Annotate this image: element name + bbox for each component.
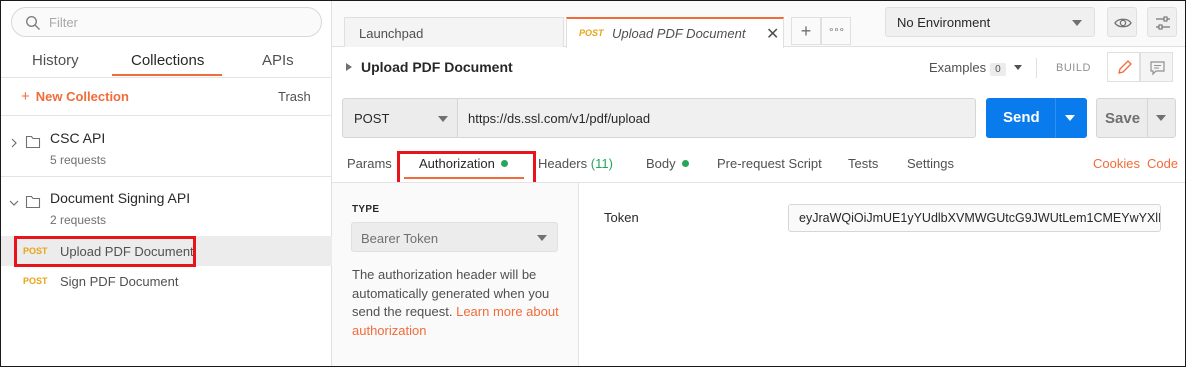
request-name: Sign PDF Document [60, 274, 179, 289]
examples-label: Examples [929, 60, 987, 75]
tab-settings[interactable]: Settings [907, 156, 954, 171]
tab-headers[interactable]: Headers (11) [538, 156, 613, 171]
chevron-down-icon[interactable] [9, 198, 19, 208]
tab-label: Upload PDF Document [612, 26, 746, 41]
plus-icon: + [21, 88, 30, 105]
search-icon [25, 15, 40, 30]
add-tab-button[interactable]: + [791, 17, 821, 45]
filter-input[interactable]: Filter [11, 7, 322, 37]
tab-label: Headers [538, 156, 588, 171]
new-collection-label: New Collection [35, 89, 129, 104]
code-link[interactable]: Code [1147, 156, 1178, 171]
headers-count: (11) [590, 156, 613, 171]
token-label: Token [604, 210, 639, 225]
manage-environments-button[interactable] [1147, 7, 1177, 37]
caret-right-icon [346, 63, 352, 71]
url-value: https://ds.ssl.com/v1/pdf/upload [468, 111, 651, 126]
collection-count: 2 requests [50, 213, 107, 227]
environment-select[interactable]: No Environment [885, 7, 1095, 37]
auth-type-value: Bearer Token [361, 231, 439, 246]
request-title-text: Upload PDF Document [361, 59, 513, 75]
token-value: eyJraWQiOiJmUE1yYUdlbXVMWGUtcG9JWUtLem1C… [799, 211, 1161, 225]
build-label: BUILD [1056, 62, 1091, 74]
tab-label: Launchpad [359, 26, 424, 41]
method-badge: POST [579, 28, 604, 38]
folder-icon [25, 135, 41, 149]
collection-item[interactable]: CSC API 5 requests [1, 116, 332, 176]
tab-tests[interactable]: Tests [848, 156, 878, 171]
tab-launchpad[interactable]: Launchpad [344, 17, 564, 47]
trash-link[interactable]: Trash [278, 89, 311, 104]
caret-down-icon [1013, 65, 1022, 70]
tab-upload-pdf[interactable]: POST Upload PDF Document ✕ [566, 17, 784, 48]
caret-down-icon [537, 235, 547, 241]
close-icon[interactable]: ✕ [766, 24, 779, 44]
collection-item[interactable]: Document Signing API 2 requests [1, 176, 332, 236]
status-dot [681, 160, 689, 167]
tab-apis[interactable]: APIs [262, 52, 294, 69]
request-item[interactable]: POST Sign PDF Document [1, 266, 332, 296]
collection-name: Document Signing API [50, 190, 191, 206]
method-badge: POST [23, 276, 48, 286]
highlight-box [14, 236, 196, 267]
sliders-icon [1156, 16, 1170, 30]
method-value: POST [354, 111, 390, 126]
method-select[interactable]: POST [342, 98, 458, 138]
tab-label: Body [646, 156, 676, 171]
edit-mode-button[interactable] [1107, 52, 1140, 82]
request-title[interactable]: Upload PDF Document [346, 59, 513, 75]
environment-quick-look-button[interactable] [1107, 7, 1137, 37]
new-collection-button[interactable]: + New Collection [21, 88, 129, 105]
send-label: Send [1003, 109, 1040, 126]
divider [1147, 99, 1148, 137]
more-tabs-button[interactable]: ∘∘∘ [821, 17, 851, 45]
divider [1036, 58, 1037, 78]
divider [1, 77, 332, 78]
type-label: TYPE [352, 204, 380, 215]
pencil-icon [1118, 60, 1132, 74]
tab-collections[interactable]: Collections [131, 52, 204, 69]
active-tab-underline [112, 74, 222, 76]
url-input[interactable]: https://ds.ssl.com/v1/pdf/upload [457, 98, 976, 138]
caret-down-icon [1072, 20, 1082, 26]
sidebar: Filter History Collections APIs + New Col… [1, 1, 332, 366]
send-button[interactable]: Send [986, 98, 1087, 138]
tab-prerequest-script[interactable]: Pre-request Script [717, 156, 822, 171]
examples-dropdown[interactable]: Examples 0 [929, 60, 1022, 76]
environment-value: No Environment [897, 15, 991, 30]
tab-body[interactable]: Body [646, 156, 689, 171]
folder-icon [25, 195, 41, 209]
tab-history[interactable]: History [32, 52, 79, 69]
send-options-caret-icon[interactable] [1065, 115, 1075, 121]
tab-bar: Launchpad POST Upload PDF Document ✕ + ∘… [332, 1, 1185, 48]
save-label: Save [1105, 110, 1141, 127]
tab-params[interactable]: Params [347, 156, 392, 171]
cookies-link[interactable]: Cookies [1093, 156, 1140, 171]
comments-button[interactable] [1140, 52, 1173, 82]
auth-description: The authorization header will be automat… [352, 266, 567, 340]
save-button[interactable]: Save [1096, 98, 1176, 138]
save-options-caret-icon[interactable] [1156, 115, 1166, 121]
collection-name: CSC API [50, 130, 106, 146]
filter-placeholder: Filter [49, 15, 78, 30]
caret-down-icon [438, 116, 448, 122]
divider [1055, 98, 1056, 138]
comment-icon [1150, 61, 1165, 76]
examples-count: 0 [990, 63, 1006, 76]
sidebar-tabs: History Collections APIs [1, 49, 332, 77]
chevron-right-icon[interactable] [9, 138, 19, 148]
token-input[interactable]: eyJraWQiOiJmUE1yYUdlbXVMWGUtcG9JWUtLem1C… [788, 204, 1161, 232]
auth-type-select[interactable]: Bearer Token [351, 222, 558, 252]
eye-icon [1114, 18, 1132, 28]
collection-count: 5 requests [50, 153, 107, 167]
